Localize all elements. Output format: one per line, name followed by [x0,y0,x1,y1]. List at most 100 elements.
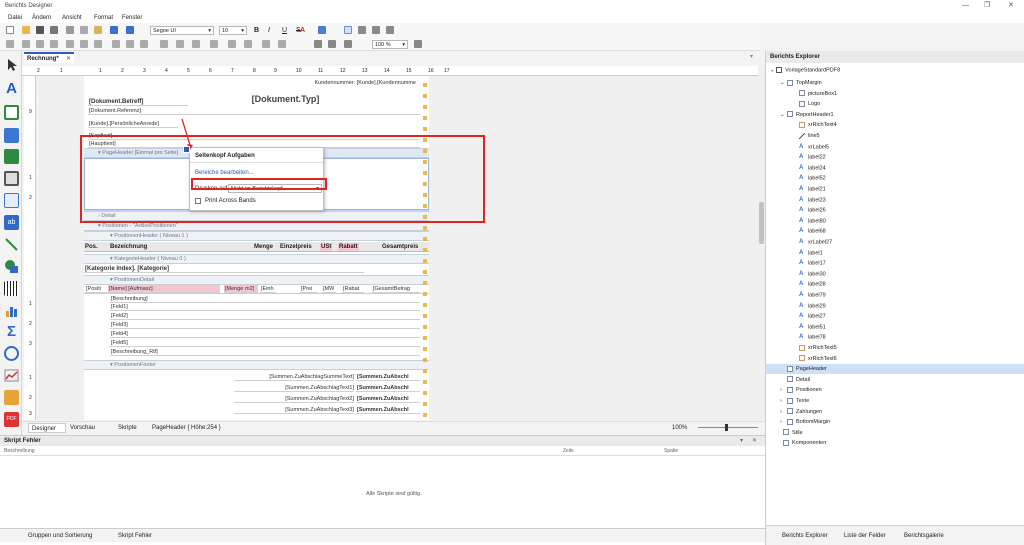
anrede-field[interactable]: [Kunde].[PersönlicheAnrede] [88,120,178,128]
vertical-spacing-icon[interactable] [210,40,218,48]
tree-item-label68[interactable]: Alabel68 [766,226,1024,236]
gesamtbetrag-field[interactable]: [GesamtBetrag [372,285,420,293]
tree-item-label79[interactable]: Alabel79 [766,290,1024,300]
checkbox-tool-icon[interactable] [4,105,19,120]
kategorie-index-field[interactable]: [Kategorie Index]. [Kategorie] [84,265,364,273]
menu-ansicht[interactable]: Ansicht [62,15,82,21]
zoom-out-icon[interactable] [314,40,322,48]
expand-icon[interactable]: › [780,407,787,417]
font-name-combo[interactable]: Segoe UI ▾ [150,26,214,35]
pos-field[interactable]: [Positi [85,285,107,293]
close-window-button[interactable]: ✕ [1008,2,1014,9]
bold-button[interactable]: B [254,27,259,34]
tree-item-xrlabel5[interactable]: AxrLabel5 [766,142,1024,152]
menu-aendern[interactable]: Ändern [32,15,51,21]
preis-field[interactable]: [Prei [300,285,318,293]
feld5-field[interactable]: [Feld5] [110,339,420,347]
tree-item-label27[interactable]: Alabel27 [766,311,1024,321]
tree-item-logo[interactable]: Logo [766,99,1024,109]
tree-item-label80[interactable]: Alabel80 [766,216,1024,226]
tree-item-label17[interactable]: Alabel17 [766,258,1024,268]
align-centers-icon[interactable] [36,40,44,48]
einheit-field[interactable]: [Einh [260,285,276,293]
center-vertically-icon[interactable] [244,40,252,48]
tree-item-reportheader1[interactable]: ⌄ ReportHeader1 [766,110,1024,120]
expand-icon[interactable]: › [780,417,787,427]
increase-spacing-icon[interactable] [176,40,184,48]
menge-field[interactable]: [Menge [224,285,244,293]
chart-tool-icon[interactable] [4,303,19,318]
tree-item-line5[interactable]: line5 [766,131,1024,141]
betreff-field[interactable]: [Dokument.Betreff] [88,98,188,106]
horizontal-spacing-icon[interactable] [160,40,168,48]
tree-item-label51[interactable]: Alabel51 [766,322,1024,332]
align-center-icon[interactable] [358,26,366,34]
smart-tag-icon[interactable] [183,146,190,153]
same-height-icon[interactable] [126,40,134,48]
font-color-button[interactable]: A [300,27,305,34]
maximize-button[interactable]: ❐ [984,2,990,9]
underline-button[interactable]: U [282,27,287,34]
table-tool-icon[interactable] [4,193,19,208]
tree-item-bottommargin[interactable]: › BottomMargin [766,417,1024,427]
align-to-grid-icon[interactable] [6,40,14,48]
panel-tool-icon[interactable] [4,171,19,186]
open-folder-icon[interactable] [22,26,30,34]
beschreibung-rtf-field[interactable]: [Beschreibung_Rtf] [110,348,420,356]
minimize-button[interactable]: — [962,2,969,9]
send-to-back-icon[interactable] [278,40,286,48]
dokument-typ-field[interactable]: [Dokument.Typ] [210,94,360,105]
zoom-in-small-icon[interactable] [414,40,422,48]
align-tops-icon[interactable] [66,40,74,48]
beschreibung-field[interactable]: [Beschreibung] [110,295,420,303]
scrollbar-thumb[interactable] [759,202,764,244]
barcode-tool-icon[interactable] [4,281,19,296]
tree-item-label23[interactable]: Alabel23 [766,195,1024,205]
undo-icon[interactable] [110,26,118,34]
tree-root[interactable]: ⌄ VorlageStandardPDF8 [770,67,840,74]
expand-icon[interactable]: ⌄ [780,78,787,88]
tab-berichts-explorer[interactable]: Berichts Explorer [782,533,828,539]
zoom-out-small-icon[interactable] [344,40,352,48]
picturebox-tool-icon[interactable] [4,149,19,164]
tree-item-xrrichtext5[interactable]: xrRichText5 [766,343,1024,353]
rabatt-field[interactable]: [Rabat [342,285,364,293]
label-tool-icon[interactable]: A [4,81,19,96]
same-size-icon[interactable] [140,40,148,48]
gauge-tool-icon[interactable] [4,346,19,361]
close-tab-icon[interactable]: ✕ [66,56,71,62]
tree-item-label22[interactable]: Alabel22 [766,152,1024,162]
tab-liste-der-felder[interactable]: Liste der Felder [844,533,886,539]
expand-icon[interactable]: › [780,385,787,395]
feld3-field[interactable]: [Feld3] [110,321,420,329]
paste-icon[interactable] [94,26,102,34]
tab-skript-fehler[interactable]: Skript Fehler [118,533,152,539]
feld4-field[interactable]: [Feld4] [110,330,420,338]
tree-item-positionen[interactable]: › Positionen [766,385,1024,395]
tree-item-picturebox1[interactable]: pictureBox1 [766,89,1024,99]
summary-tool-icon[interactable]: Σ [4,324,19,339]
align-middles-icon[interactable] [80,40,88,48]
tree-item-label52[interactable]: Alabel52 [766,173,1024,183]
tree-item-label78[interactable]: Alabel78 [766,332,1024,342]
tree-item-label21[interactable]: Alabel21 [766,184,1024,194]
tree-item-label29[interactable]: Alabel29 [766,301,1024,311]
align-bottoms-icon[interactable] [94,40,102,48]
align-left-icon[interactable] [344,26,352,34]
summen-label[interactable]: [Summen.ZuAbschlagText2] [234,395,354,403]
tree-item-stile[interactable]: Stile [766,428,1024,438]
doc-tab-rechnung[interactable]: Rechnung* ✕ [24,52,74,63]
zoom-slider-track[interactable] [698,427,758,428]
pdf-content-tool-icon[interactable]: PDF [4,412,19,427]
zoom-slider-thumb[interactable] [725,424,728,431]
back-color-icon[interactable] [318,26,326,34]
kundennummer-field[interactable]: Kundennummer: [Kunde].[Kundennumme [286,79,416,87]
copy-icon[interactable] [80,26,88,34]
feld1-field[interactable]: [Feld1] [110,303,420,311]
align-right-icon[interactable] [372,26,380,34]
font-size-combo[interactable]: 10 ▾ [219,26,247,35]
tree-item-zahlungen[interactable]: › Zahlungen [766,407,1024,417]
canvas-scrollbar[interactable] [758,66,765,420]
tree-item-label26[interactable]: Alabel26 [766,205,1024,215]
charactercomb-tool-icon[interactable]: ab [4,215,19,230]
